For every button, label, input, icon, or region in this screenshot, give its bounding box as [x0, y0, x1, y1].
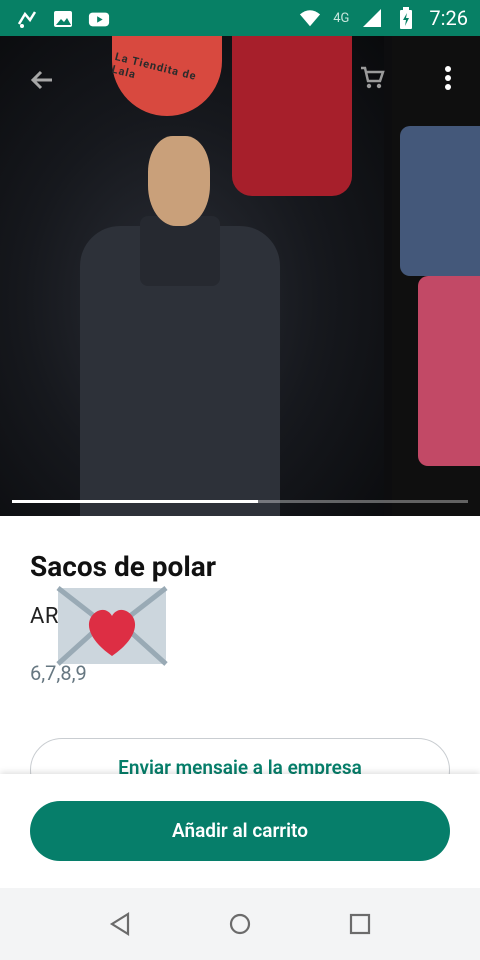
photo-pink-sweater — [418, 276, 480, 466]
add-to-cart-button[interactable]: Añadir al carrito — [30, 801, 450, 861]
more-vert-icon[interactable] — [436, 60, 460, 96]
photo-blue-sweater — [400, 126, 480, 276]
status-bar: 4G 7:26 — [0, 0, 480, 36]
cart-icon[interactable] — [356, 60, 388, 96]
youtube-icon — [88, 8, 110, 30]
product-image-carousel[interactable]: La Tiendita de Lala — [0, 36, 480, 516]
nav-home-icon[interactable] — [226, 910, 254, 938]
store-logo-text: La Tiendita de Lala — [110, 50, 198, 83]
arrow-back-icon[interactable] — [24, 62, 60, 98]
battery-icon — [395, 7, 417, 29]
network-type: 4G — [333, 10, 350, 26]
bottom-action-panel: Añadir al carrito — [0, 774, 480, 888]
product-photo-next[interactable] — [392, 36, 480, 516]
status-left-icons — [16, 8, 110, 30]
app-notification-icon — [16, 8, 38, 30]
status-time: 7:26 — [429, 6, 468, 30]
photo-coat-collar — [140, 216, 220, 286]
carousel-progress-fill — [12, 500, 259, 503]
love-letter-icon — [56, 586, 168, 666]
store-logo-stamp: La Tiendita de Lala — [110, 36, 222, 116]
nav-recent-icon[interactable] — [346, 910, 374, 938]
gallery-icon — [52, 8, 74, 30]
carousel-progress-track — [12, 500, 468, 503]
photo-mannequin-head — [148, 136, 210, 226]
signal-icon — [361, 7, 383, 29]
system-navigation-bar — [0, 888, 480, 960]
product-title: Sacos de polar — [30, 550, 217, 583]
status-right: 4G 7:26 — [299, 6, 468, 30]
nav-back-icon[interactable] — [106, 910, 134, 938]
wifi-icon — [299, 7, 321, 29]
photo-red-coat — [232, 36, 352, 196]
product-photo-main[interactable]: La Tiendita de Lala — [0, 36, 384, 516]
price-prefix: AR — [30, 604, 59, 629]
